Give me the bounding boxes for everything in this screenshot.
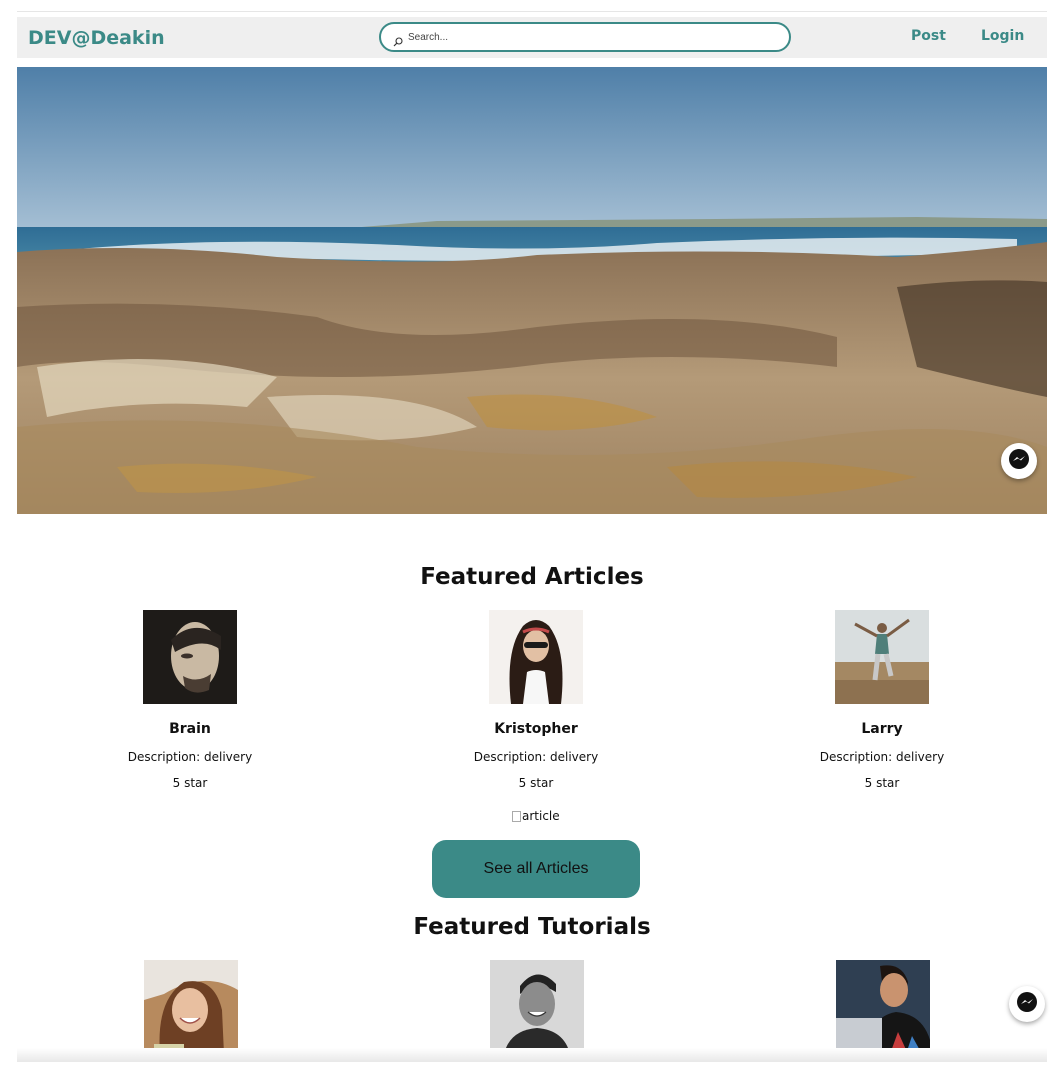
article-card[interactable]: Kristopher Description: delivery 5 star bbox=[436, 610, 636, 790]
hero-banner-image bbox=[17, 67, 1047, 514]
article-author-photo bbox=[835, 610, 929, 704]
featured-articles-heading: Featured Articles bbox=[420, 564, 644, 590]
article-author-name: Larry bbox=[861, 721, 903, 737]
article-description: Description: delivery bbox=[473, 750, 599, 764]
search-bar[interactable] bbox=[379, 22, 791, 52]
broken-image-alt-text: article bbox=[522, 809, 560, 823]
messenger-icon bbox=[1016, 991, 1038, 1017]
messenger-icon bbox=[1008, 448, 1030, 474]
tutorial-author-photo[interactable] bbox=[836, 960, 930, 1054]
search-icon bbox=[393, 32, 403, 47]
article-description: Description: delivery bbox=[819, 750, 945, 764]
messenger-chat-button[interactable] bbox=[1009, 986, 1045, 1022]
nav-login-link[interactable]: Login bbox=[981, 28, 1024, 44]
article-author-photo bbox=[489, 610, 583, 704]
article-author-name: Brain bbox=[169, 721, 211, 737]
article-rating: 5 star bbox=[172, 776, 208, 790]
article-rating: 5 star bbox=[864, 776, 900, 790]
article-description: Description: delivery bbox=[127, 750, 253, 764]
broken-article-image: article bbox=[512, 809, 560, 823]
article-author-name: Kristopher bbox=[494, 721, 578, 737]
nav-post-link[interactable]: Post bbox=[911, 28, 946, 44]
featured-tutorials-heading: Featured Tutorials bbox=[413, 914, 651, 940]
brand-logo[interactable]: DEV@Deakin bbox=[28, 27, 165, 49]
tutorial-author-photo[interactable] bbox=[490, 960, 584, 1054]
article-rating: 5 star bbox=[518, 776, 554, 790]
top-divider bbox=[17, 11, 1047, 12]
article-card[interactable]: Brain Description: delivery 5 star bbox=[90, 610, 290, 790]
messenger-chat-button[interactable] bbox=[1001, 443, 1037, 479]
search-input[interactable] bbox=[406, 30, 770, 44]
broken-image-icon bbox=[512, 810, 521, 822]
navbar: DEV@Deakin Post Login bbox=[17, 17, 1047, 58]
bottom-scroll-shadow bbox=[17, 1048, 1047, 1062]
tutorial-author-photo[interactable] bbox=[144, 960, 238, 1054]
article-author-photo bbox=[143, 610, 237, 704]
see-all-articles-button[interactable]: See all Articles bbox=[432, 840, 640, 898]
article-card[interactable]: Larry Description: delivery 5 star bbox=[782, 610, 982, 790]
